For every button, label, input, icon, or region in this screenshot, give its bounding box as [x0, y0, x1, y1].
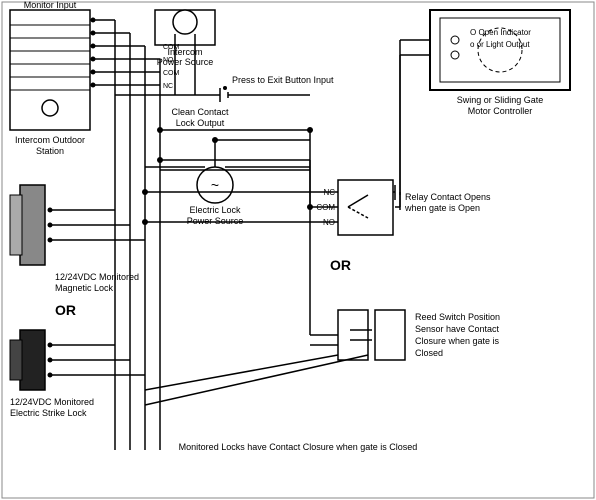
- svg-text:NO: NO: [163, 57, 174, 64]
- svg-text:Monitored Locks have Contact C: Monitored Locks have Contact Closure whe…: [179, 442, 418, 452]
- svg-text:Magnetic Lock: Magnetic Lock: [55, 283, 114, 293]
- wiring-diagram: Monitor Input Intercom Outdoor Station ~…: [0, 0, 596, 500]
- svg-text:~: ~: [211, 177, 219, 193]
- svg-text:12/24VDC Monitored: 12/24VDC Monitored: [10, 397, 94, 407]
- svg-text:Clean Contact: Clean Contact: [171, 107, 229, 117]
- svg-text:o or Light Output: o or Light Output: [470, 40, 530, 49]
- svg-text:COM: COM: [163, 70, 180, 77]
- svg-text:Motor Controller: Motor Controller: [468, 106, 533, 116]
- svg-text:Relay Contact Opens: Relay Contact Opens: [405, 192, 491, 202]
- svg-text:OR: OR: [330, 257, 351, 273]
- svg-text:O Open Indicator: O Open Indicator: [470, 28, 531, 37]
- svg-text:Press to Exit Button Input: Press to Exit Button Input: [232, 75, 334, 85]
- svg-text:Electric Strike Lock: Electric Strike Lock: [10, 408, 87, 418]
- svg-text:when gate is Open: when gate is Open: [404, 203, 480, 213]
- svg-text:Closed: Closed: [415, 348, 443, 358]
- svg-text:OR: OR: [55, 302, 76, 318]
- svg-text:Lock Output: Lock Output: [176, 118, 225, 128]
- svg-text:Swing or Sliding Gate: Swing or Sliding Gate: [457, 95, 544, 105]
- svg-text:Sensor have Contact: Sensor have Contact: [415, 324, 500, 334]
- svg-text:Power Source: Power Source: [187, 216, 244, 226]
- svg-text:Monitor Input: Monitor Input: [24, 0, 77, 10]
- svg-text:COM: COM: [163, 44, 180, 51]
- svg-text:Closure when gate is: Closure when gate is: [415, 336, 500, 346]
- svg-text:12/24VDC Monitored: 12/24VDC Monitored: [55, 272, 139, 282]
- svg-text:NC: NC: [163, 83, 173, 90]
- svg-text:Electric Lock: Electric Lock: [189, 205, 241, 215]
- svg-text:Reed Switch Position: Reed Switch Position: [415, 312, 500, 322]
- svg-text:Station: Station: [36, 146, 64, 156]
- svg-text:Intercom Outdoor: Intercom Outdoor: [15, 135, 85, 145]
